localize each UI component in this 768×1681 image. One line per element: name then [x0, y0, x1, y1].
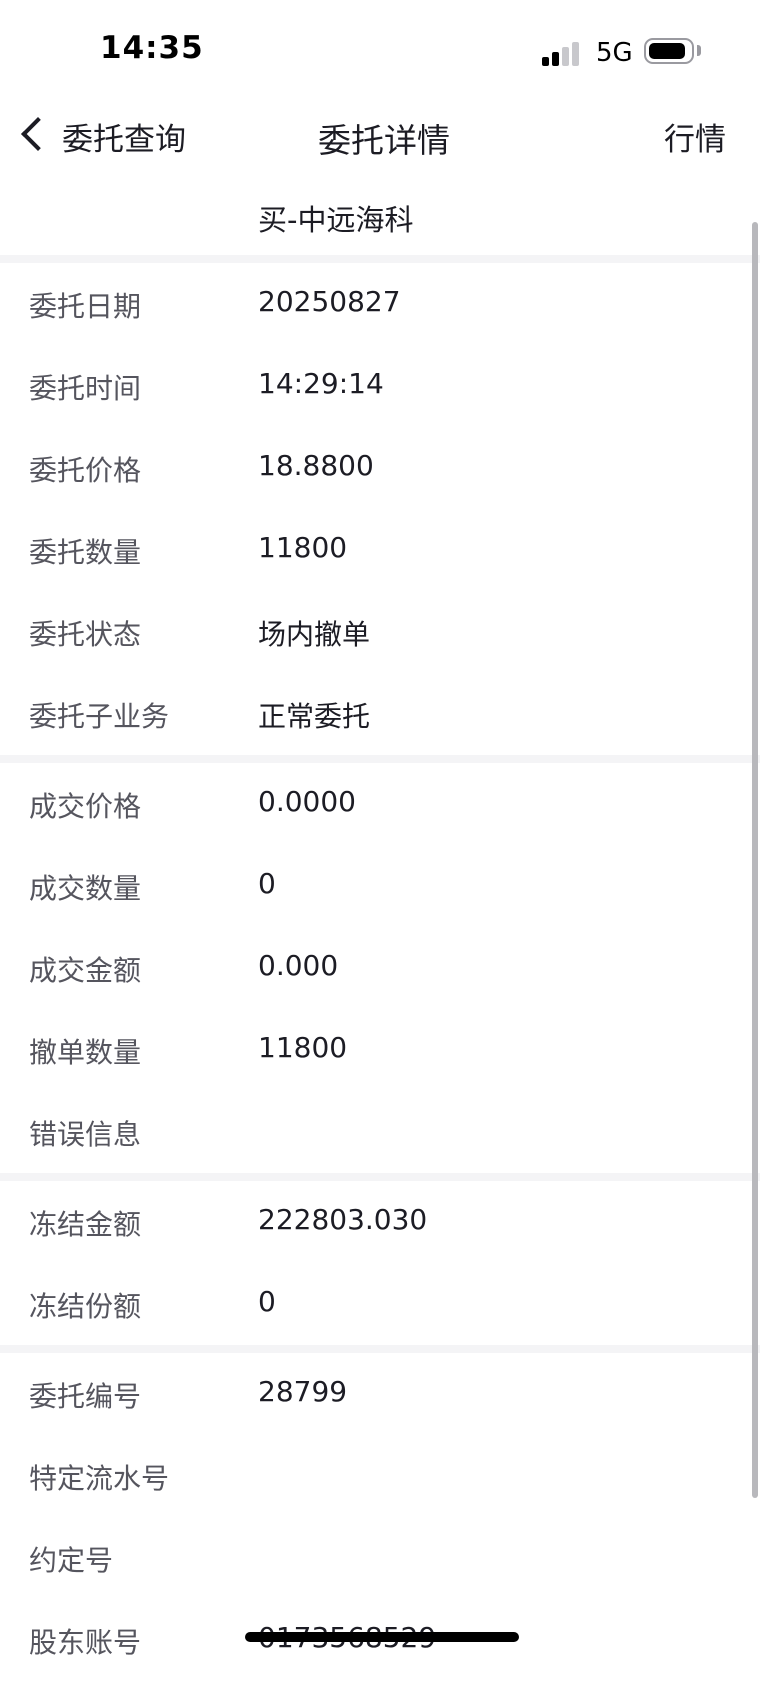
order-stock-header: 买-中远海科 [0, 185, 768, 255]
detail-row-agreement-number: 约定号 [0, 1517, 740, 1599]
row-label: 错误信息 [29, 1118, 142, 1151]
row-label: 委托数量 [29, 536, 142, 569]
section-divider [0, 255, 760, 263]
detail-row-order-price: 委托价格 18.8800 [0, 427, 740, 509]
detail-row-frozen-amount: 冻结金额 222803.030 [0, 1181, 740, 1263]
section-divider [0, 1345, 760, 1353]
status-time: 14:35 [100, 30, 204, 66]
detail-row-order-time: 委托时间 14:29:14 [0, 345, 740, 427]
row-value: 0 [258, 867, 276, 900]
detail-row-order-status: 委托状态 场内撤单 [0, 591, 740, 673]
row-label: 约定号 [29, 1544, 114, 1577]
row-label: 委托时间 [29, 372, 142, 405]
row-value: 0.0000 [258, 785, 356, 818]
row-label: 委托价格 [29, 454, 142, 487]
row-value: 11800 [258, 531, 348, 564]
detail-row-frozen-shares: 冻结份额 0 [0, 1263, 740, 1345]
detail-row-cancel-quantity: 撤单数量 11800 [0, 1009, 740, 1091]
row-label: 委托日期 [29, 290, 142, 323]
row-label: 委托状态 [29, 618, 142, 651]
row-value: 场内撤单 [258, 618, 371, 651]
row-value: 14:29:14 [258, 367, 384, 400]
stock-name: 买-中远海科 [258, 203, 414, 237]
row-label: 成交金额 [29, 954, 142, 987]
row-label: 成交数量 [29, 872, 142, 905]
detail-row-order-quantity: 委托数量 11800 [0, 509, 740, 591]
detail-row-serial-number: 特定流水号 [0, 1435, 740, 1517]
row-value: 正常委托 [258, 700, 371, 733]
detail-row-error-info: 错误信息 [0, 1091, 740, 1173]
detail-row-order-sub-business: 委托子业务 正常委托 [0, 673, 740, 755]
row-value: 11800 [258, 1031, 348, 1064]
status-bar: 14:35 5G [0, 0, 768, 100]
row-value: 0 [258, 1285, 276, 1318]
row-label: 撤单数量 [29, 1036, 142, 1069]
row-label: 成交价格 [29, 790, 142, 823]
row-label: 冻结份额 [29, 1290, 142, 1323]
detail-row-order-number: 委托编号 28799 [0, 1353, 740, 1435]
row-value: 222803.030 [258, 1203, 428, 1236]
row-label: 委托子业务 [29, 700, 170, 733]
row-value: 20250827 [258, 285, 401, 318]
section-divider [0, 755, 760, 763]
battery-cap [697, 45, 701, 56]
detail-row-deal-price: 成交价格 0.0000 [0, 763, 740, 845]
row-value: 28799 [258, 1375, 348, 1408]
row-label: 冻结金额 [29, 1208, 142, 1241]
cellular-signal-icon [542, 40, 584, 66]
row-label: 股东账号 [29, 1626, 142, 1659]
nav-bar: 委托详情 委托查询 行情 [0, 100, 768, 170]
network-type: 5G [596, 38, 633, 68]
row-label: 委托编号 [29, 1380, 142, 1413]
section-divider [0, 1173, 760, 1181]
row-value: 18.8800 [258, 449, 374, 482]
row-label: 特定流水号 [29, 1462, 170, 1495]
back-label: 委托查询 [62, 122, 186, 158]
detail-row-deal-quantity: 成交数量 0 [0, 845, 740, 927]
market-quote-button[interactable]: 行情 [664, 114, 726, 159]
chevron-left-icon [21, 117, 55, 151]
back-button[interactable]: 委托查询 [0, 100, 200, 170]
home-indicator[interactable] [245, 1632, 519, 1642]
battery-icon [644, 38, 694, 64]
row-value: 0.000 [258, 949, 339, 982]
vertical-scrollbar[interactable] [752, 222, 758, 1498]
detail-row-deal-amount: 成交金额 0.000 [0, 927, 740, 1009]
detail-row-order-date: 委托日期 20250827 [0, 263, 740, 345]
